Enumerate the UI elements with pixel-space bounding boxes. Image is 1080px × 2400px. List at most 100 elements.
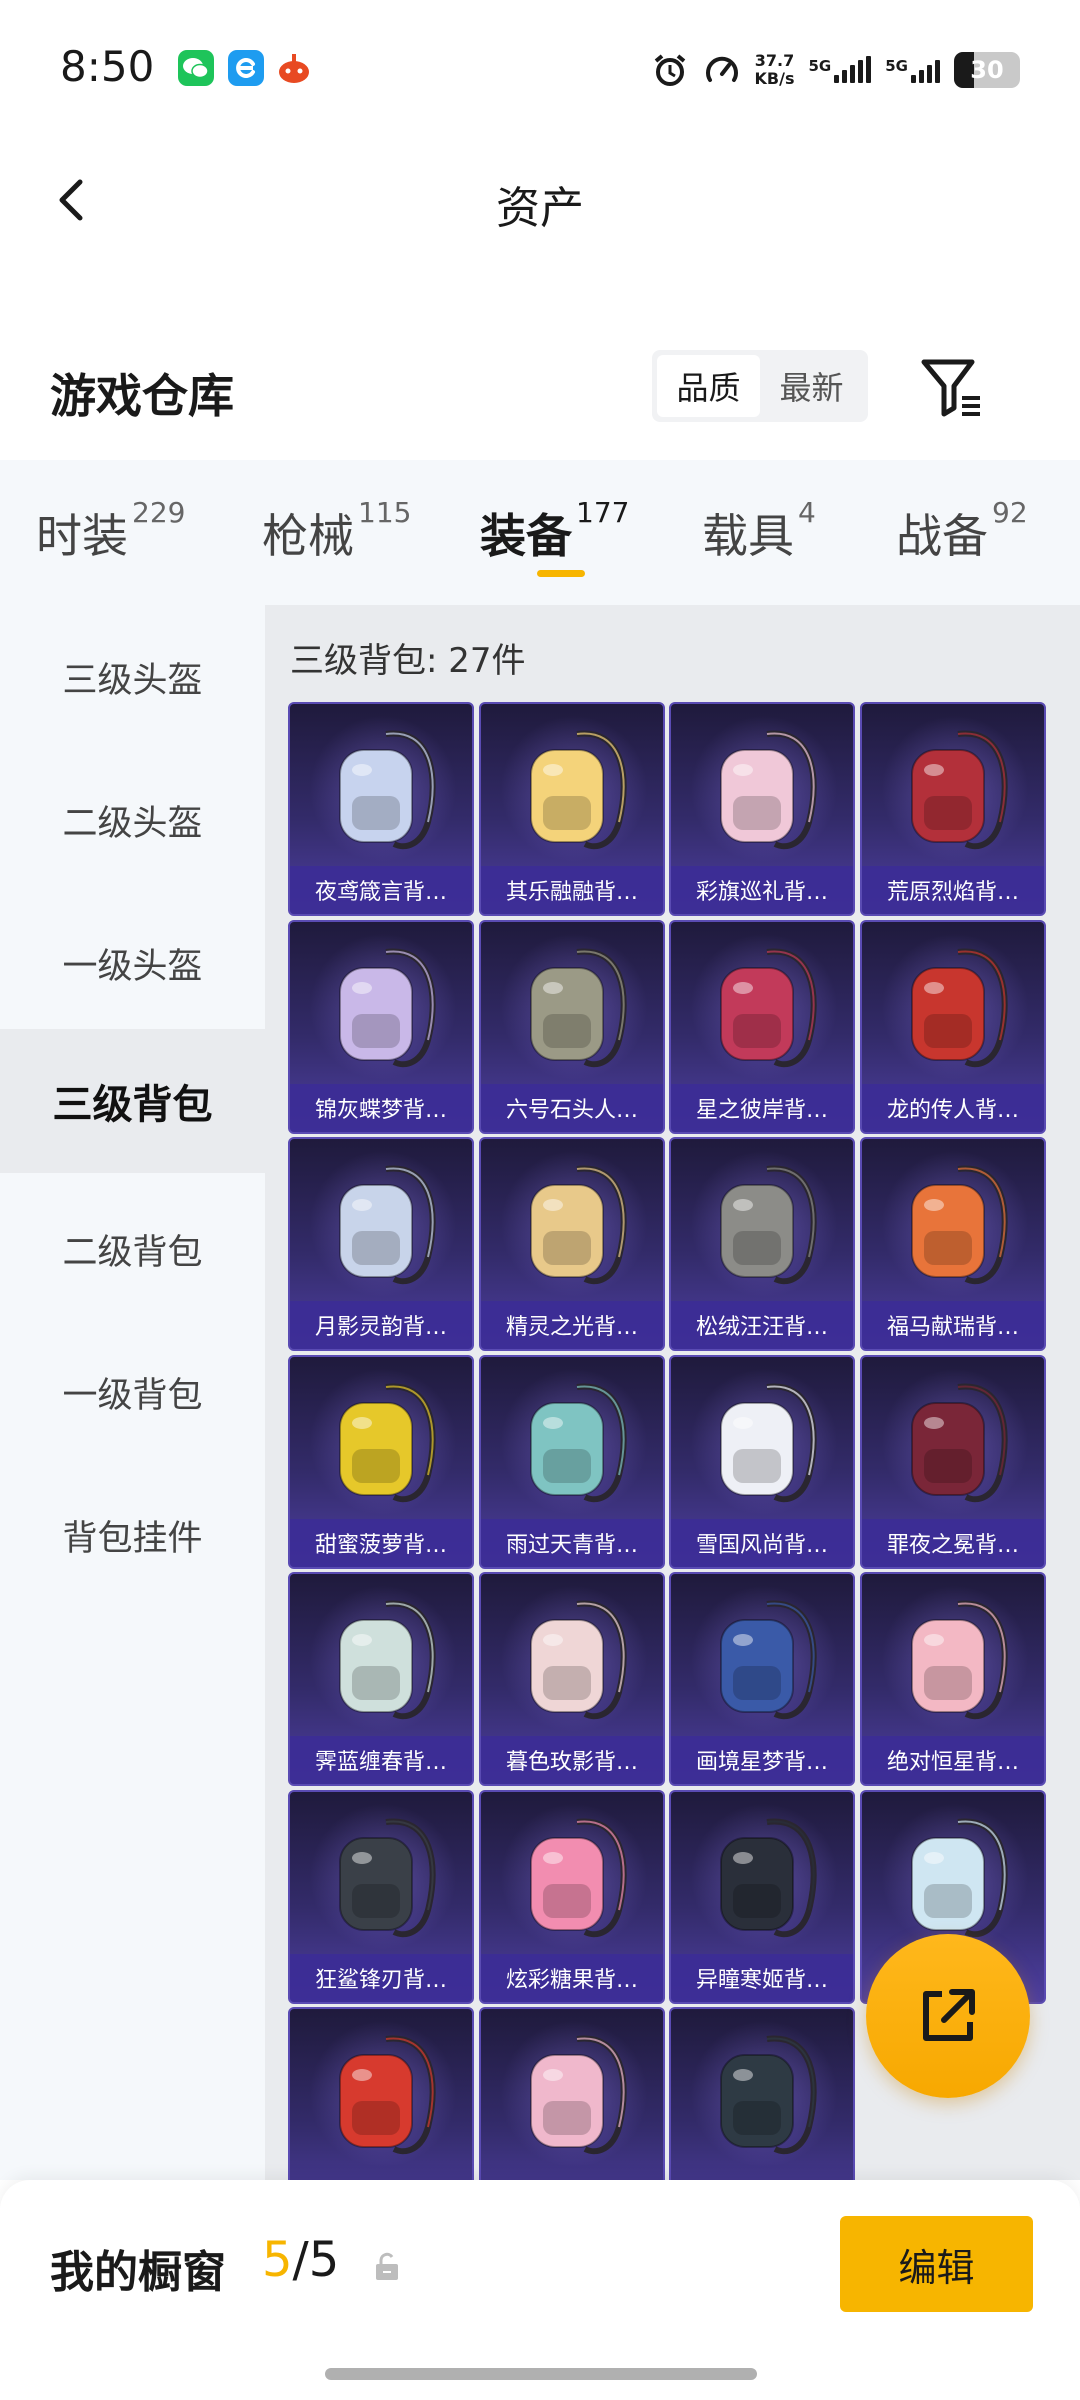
backpack-icon bbox=[720, 948, 817, 1068]
alarm-icon bbox=[654, 54, 685, 86]
sim2-signal: 5G bbox=[885, 57, 940, 83]
backpack-item-card[interactable] bbox=[288, 2007, 474, 2180]
backpack-item-card[interactable]: 六号石头人… bbox=[479, 920, 665, 1134]
backpack-icon bbox=[339, 1600, 436, 1720]
sidebar-item-backpack-lv1[interactable]: 一级背包 bbox=[0, 1320, 265, 1464]
backpack-icon bbox=[530, 948, 627, 1068]
backpack-icon bbox=[720, 1165, 817, 1285]
sidebar-item-backpack-charm[interactable]: 背包挂件 bbox=[0, 1463, 265, 1607]
backpack-item-card[interactable]: 星之彼岸背… bbox=[669, 920, 855, 1134]
sidebar-item-helmet-lv2[interactable]: 二级头盔 bbox=[0, 748, 265, 892]
item-label: 绝对恒星背… bbox=[862, 1736, 1044, 1784]
net-speed: 37.7 KB/s bbox=[754, 51, 795, 88]
backpack-icon bbox=[530, 1165, 627, 1285]
tab-active-indicator bbox=[537, 570, 585, 577]
filter-icon[interactable] bbox=[918, 354, 988, 420]
category-tabs: 时装 229 枪械 115 装备 177 载具 4 战备 92 bbox=[0, 460, 1080, 605]
backpack-icon bbox=[530, 1818, 627, 1938]
wechat-icon bbox=[178, 50, 214, 86]
backpack-icon bbox=[720, 1600, 817, 1720]
browser-icon bbox=[228, 50, 264, 86]
backpack-item-card[interactable]: 月影灵韵背… bbox=[288, 1137, 474, 1351]
backpack-item-card[interactable]: 其乐融融背… bbox=[479, 702, 665, 916]
share-icon bbox=[923, 1989, 975, 2041]
tab-fashion[interactable]: 时装 229 bbox=[36, 496, 185, 566]
backpack-icon bbox=[530, 1383, 627, 1503]
backpack-icon bbox=[911, 1600, 1008, 1720]
showcase-label: 我的橱窗 bbox=[50, 2247, 226, 2298]
backpack-item-card[interactable]: 异瞳寒姬背… bbox=[669, 1790, 855, 2004]
item-label: 荒原烈焰背… bbox=[862, 866, 1044, 914]
tab-supplies[interactable]: 战备 92 bbox=[896, 496, 1028, 566]
battery-icon: 30 bbox=[954, 52, 1020, 88]
backpack-item-card[interactable]: 雨过天青背… bbox=[479, 1355, 665, 1569]
backpack-icon bbox=[720, 1383, 817, 1503]
item-label: 锦灰蝶梦背… bbox=[290, 1084, 472, 1132]
item-label: 雨过天青背… bbox=[481, 1519, 663, 1567]
backpack-item-card[interactable]: 炫彩糖果背… bbox=[479, 1790, 665, 2004]
item-label: 暮色玫影背… bbox=[481, 1736, 663, 1784]
sim1-signal: 5G bbox=[809, 56, 872, 83]
sidebar: 三级头盔 二级头盔 一级头盔 三级背包 二级背包 一级背包 背包挂件 bbox=[0, 605, 265, 2180]
item-label: 星之彼岸背… bbox=[671, 1084, 853, 1132]
backpack-icon bbox=[530, 730, 627, 850]
backpack-item-card[interactable]: 狂鲨锋刃背… bbox=[288, 1790, 474, 2004]
share-button[interactable] bbox=[866, 1934, 1030, 2098]
backpack-item-card[interactable]: 绝对恒星背… bbox=[860, 1572, 1046, 1786]
page-title: 资产 bbox=[496, 183, 584, 234]
item-label: 六号石头人… bbox=[481, 1084, 663, 1132]
item-label: 彩旗巡礼背… bbox=[671, 866, 853, 914]
backpack-icon bbox=[720, 730, 817, 850]
backpack-item-card[interactable]: 锦灰蝶梦背… bbox=[288, 920, 474, 1134]
backpack-icon bbox=[911, 1383, 1008, 1503]
item-label: 松绒汪汪背… bbox=[671, 1301, 853, 1349]
backpack-item-card[interactable]: 福马献瑞背… bbox=[860, 1137, 1046, 1351]
tab-vehicles[interactable]: 载具 4 bbox=[702, 496, 816, 566]
sidebar-item-helmet-lv3[interactable]: 三级头盔 bbox=[0, 605, 265, 749]
backpack-icon bbox=[339, 948, 436, 1068]
tab-firearms[interactable]: 枪械 115 bbox=[262, 496, 411, 566]
warehouse-title: 游戏仓库 bbox=[50, 369, 234, 423]
backpack-item-card[interactable]: 霁蓝缠春背… bbox=[288, 1572, 474, 1786]
backpack-item-card[interactable]: 荒原烈焰背… bbox=[860, 702, 1046, 916]
sidebar-item-helmet-lv1[interactable]: 一级头盔 bbox=[0, 891, 265, 1035]
backpack-item-card[interactable]: 雪国风尚背… bbox=[669, 1355, 855, 1569]
item-label: 甜蜜菠萝背… bbox=[290, 1519, 472, 1567]
sidebar-item-backpack-lv2[interactable]: 二级背包 bbox=[0, 1177, 265, 1321]
backpack-item-card[interactable]: 暮色玫影背… bbox=[479, 1572, 665, 1786]
backpack-item-card[interactable]: 夜鸢箴言背… bbox=[288, 702, 474, 916]
sort-newest-button[interactable]: 最新 bbox=[760, 355, 863, 417]
backpack-icon bbox=[530, 1600, 627, 1720]
lock-icon bbox=[372, 2250, 402, 2284]
backpack-icon bbox=[911, 1165, 1008, 1285]
sort-toggle: 品质 最新 bbox=[652, 350, 868, 422]
speedometer-icon bbox=[705, 56, 738, 82]
backpack-icon bbox=[339, 730, 436, 850]
sort-quality-button[interactable]: 品质 bbox=[657, 355, 760, 417]
backpack-icon bbox=[530, 2035, 627, 2155]
backpack-item-card[interactable] bbox=[669, 2007, 855, 2180]
status-bar: 8:50 37.7 KB/s 5G 5G 30 bbox=[0, 0, 1080, 140]
backpack-item-card[interactable] bbox=[479, 2007, 665, 2180]
backpack-item-card[interactable]: 精灵之光背… bbox=[479, 1137, 665, 1351]
sidebar-item-backpack-lv3[interactable]: 三级背包 bbox=[0, 1029, 265, 1173]
backpack-item-card[interactable]: 彩旗巡礼背… bbox=[669, 702, 855, 916]
backpack-icon bbox=[339, 1383, 436, 1503]
tab-equipment[interactable]: 装备 177 bbox=[480, 496, 629, 566]
item-label: 异瞳寒姬背… bbox=[671, 1954, 853, 2002]
backpack-item-card[interactable]: 龙的传人背… bbox=[860, 920, 1046, 1134]
backpack-item-card[interactable]: 松绒汪汪背… bbox=[669, 1137, 855, 1351]
nav-bar: 资产 bbox=[0, 150, 1080, 250]
backpack-icon bbox=[911, 730, 1008, 850]
item-label: 龙的传人背… bbox=[862, 1084, 1044, 1132]
item-label: 霁蓝缠春背… bbox=[290, 1736, 472, 1784]
backpack-item-card[interactable]: 罪夜之冕背… bbox=[860, 1355, 1046, 1569]
item-label: 雪国风尚背… bbox=[671, 1519, 853, 1567]
backpack-item-card[interactable]: 甜蜜菠萝背… bbox=[288, 1355, 474, 1569]
edit-button[interactable]: 编辑 bbox=[840, 2216, 1033, 2312]
showcase-bar: 我的橱窗 5/5 编辑 bbox=[0, 2180, 1080, 2400]
home-indicator[interactable] bbox=[325, 2368, 757, 2380]
backpack-item-card[interactable]: 画境星梦背… bbox=[669, 1572, 855, 1786]
item-label: 福马献瑞背… bbox=[862, 1301, 1044, 1349]
item-label: 狂鲨锋刃背… bbox=[290, 1954, 472, 2002]
